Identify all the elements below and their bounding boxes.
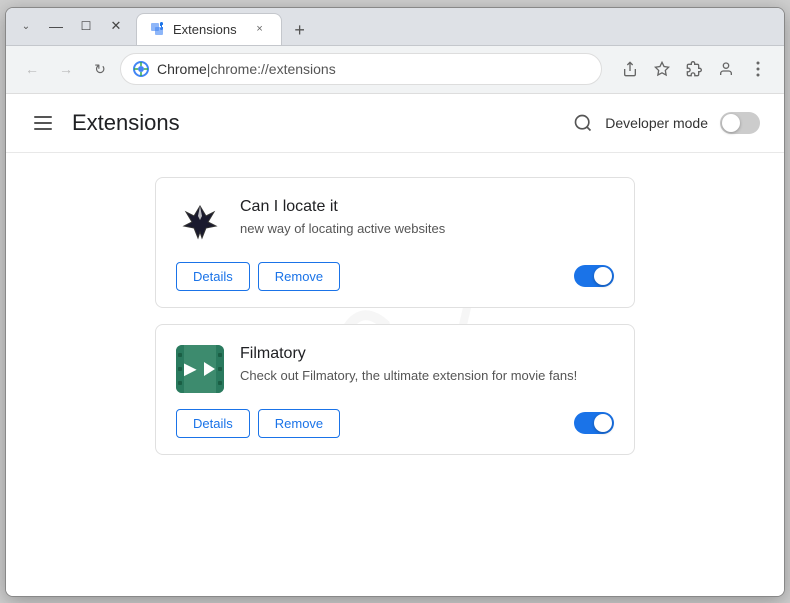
remove-button[interactable]: Remove: [258, 262, 340, 291]
details-button[interactable]: Details: [176, 262, 250, 291]
extension-info: Filmatory Check out Filmatory, the ultim…: [240, 345, 614, 385]
url-actions: [616, 55, 772, 83]
maximize-button[interactable]: ☐: [74, 14, 98, 38]
extension-info: Can I locate it new way of locating acti…: [240, 198, 614, 238]
tab-extensions-icon: [149, 21, 165, 37]
page-title: Extensions: [72, 110, 180, 136]
tab-close-button[interactable]: ×: [251, 20, 269, 38]
window-controls: ⌄ — ☐ ✕: [14, 14, 128, 38]
extension-card-bottom: Details Remove: [176, 262, 614, 291]
url-text: Chrome | chrome://extensions: [157, 61, 336, 77]
extension-card-top: Filmatory Check out Filmatory, the ultim…: [176, 345, 614, 393]
extension-toggle[interactable]: [574, 412, 614, 434]
extension-name: Filmatory: [240, 345, 614, 363]
profile-button[interactable]: [712, 55, 740, 83]
dots-icon: [756, 61, 760, 77]
forward-button[interactable]: →: [52, 55, 80, 83]
menu-button[interactable]: [744, 55, 772, 83]
extension-card-top: Can I locate it new way of locating acti…: [176, 198, 614, 246]
remove-button[interactable]: Remove: [258, 409, 340, 438]
extension-logo: [176, 198, 224, 246]
filmatory-icon: [176, 345, 224, 393]
bookmark-button[interactable]: [648, 55, 676, 83]
site-favicon: [133, 61, 149, 77]
browser-window: ⌄ — ☐ ✕ Extensions × +: [5, 7, 785, 597]
minimize-button[interactable]: —: [44, 14, 68, 38]
restore-button[interactable]: ⌄: [14, 14, 38, 38]
address-bar: ← → ↻ Chrome | chrome://extensions: [6, 46, 784, 94]
developer-mode-label: Developer mode: [605, 115, 708, 131]
share-button[interactable]: [616, 55, 644, 83]
person-icon: [718, 61, 734, 77]
hamburger-menu-button[interactable]: [30, 112, 56, 134]
details-button[interactable]: Details: [176, 409, 250, 438]
bird-icon: [176, 198, 224, 246]
extension-logo: [176, 345, 224, 393]
reload-button[interactable]: ↻: [86, 55, 114, 83]
extension-buttons: Details Remove: [176, 262, 340, 291]
back-button[interactable]: ←: [18, 55, 46, 83]
extension-card: Filmatory Check out Filmatory, the ultim…: [155, 324, 635, 455]
new-tab-button[interactable]: +: [286, 17, 314, 45]
extension-description: new way of locating active websites: [240, 220, 614, 238]
extensions-body: 9 …: [6, 153, 784, 553]
tab-label: Extensions: [173, 22, 237, 37]
extension-card: Can I locate it new way of locating acti…: [155, 177, 635, 308]
developer-mode-toggle[interactable]: [720, 112, 760, 134]
extension-toggle[interactable]: [574, 265, 614, 287]
extensions-tab[interactable]: Extensions ×: [136, 13, 282, 45]
tabs-container: Extensions × +: [136, 8, 776, 45]
extensions-toolbar-button[interactable]: [680, 55, 708, 83]
puzzle-icon: [686, 61, 702, 77]
extension-buttons: Details Remove: [176, 409, 340, 438]
extensions-list: Can I locate it new way of locating acti…: [30, 177, 760, 455]
extensions-header: Extensions Developer mode: [6, 94, 784, 153]
close-button[interactable]: ✕: [104, 14, 128, 38]
search-icon: [573, 113, 593, 133]
extension-card-bottom: Details Remove: [176, 409, 614, 438]
extension-description: Check out Filmatory, the ultimate extens…: [240, 367, 614, 385]
extension-name: Can I locate it: [240, 198, 614, 216]
page-content: Extensions Developer mode 9: [6, 94, 784, 596]
share-icon: [622, 61, 638, 77]
url-bar[interactable]: Chrome | chrome://extensions: [120, 53, 602, 85]
star-icon: [654, 61, 670, 77]
header-right: Developer mode: [573, 112, 760, 134]
title-bar: ⌄ — ☐ ✕ Extensions × +: [6, 8, 784, 46]
search-button[interactable]: [573, 113, 593, 133]
header-left: Extensions: [30, 110, 180, 136]
